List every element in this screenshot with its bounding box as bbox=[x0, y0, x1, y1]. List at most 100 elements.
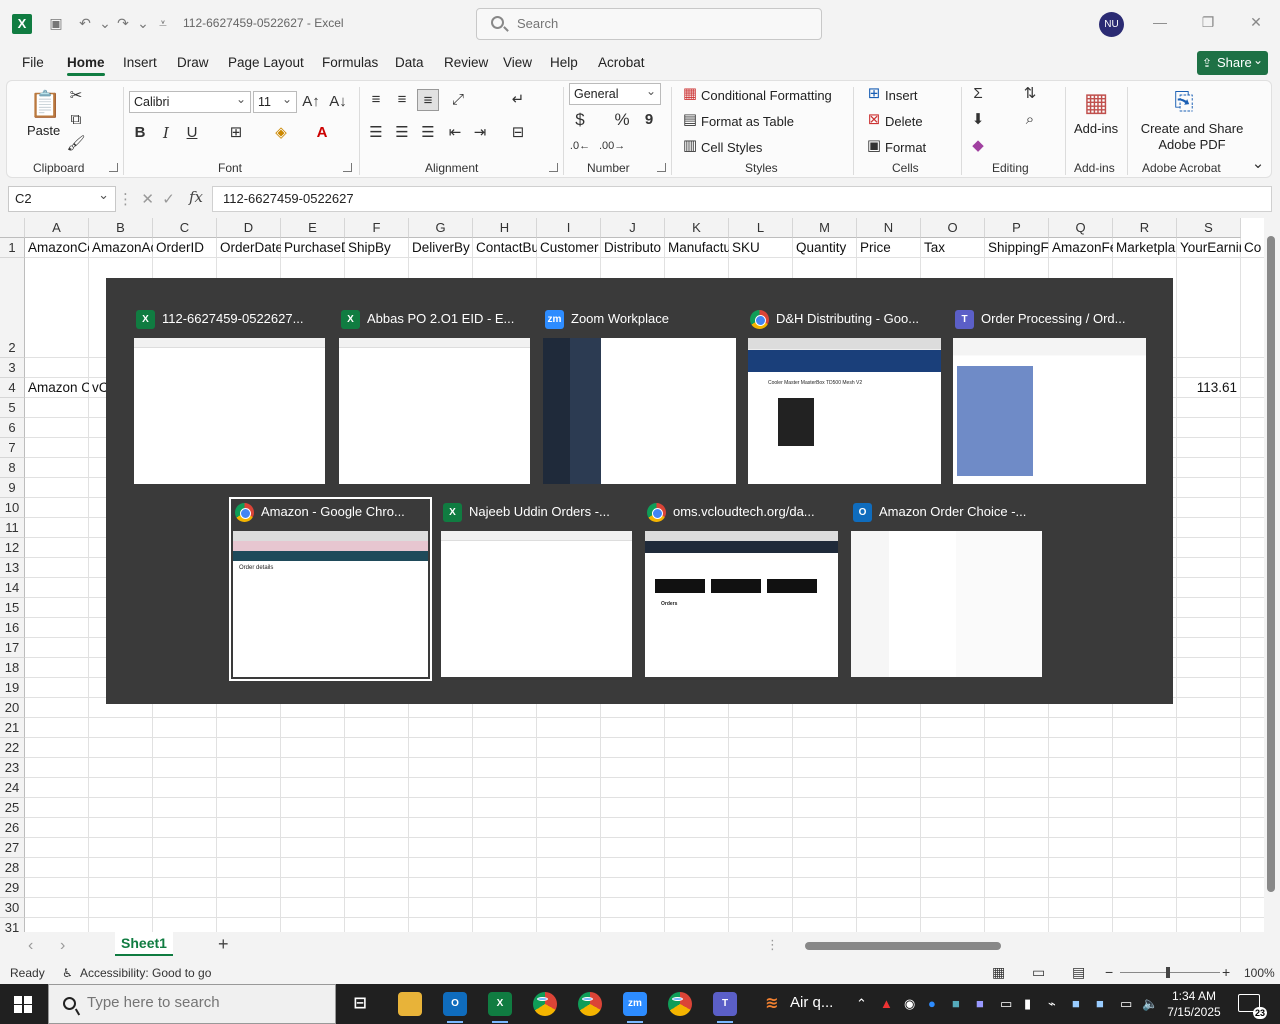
wrap-text-icon[interactable]: ↵ bbox=[507, 89, 529, 111]
restore-icon[interactable]: ❐ bbox=[1198, 12, 1218, 32]
copy-icon[interactable]: ⧉ bbox=[65, 109, 87, 131]
create-share-pdf-button[interactable]: Create and Share Adobe PDF bbox=[1137, 121, 1247, 153]
wifi-tray-icon[interactable]: ▭ bbox=[1120, 996, 1132, 1012]
tab-insert[interactable]: Insert bbox=[123, 55, 157, 70]
column-header-e[interactable]: E bbox=[281, 218, 345, 238]
row-header-29[interactable]: 29 bbox=[0, 878, 25, 898]
row-header-7[interactable]: 7 bbox=[0, 438, 25, 458]
undo-icon[interactable]: ↶ bbox=[76, 14, 94, 32]
delete-cells-button[interactable]: Delete bbox=[885, 114, 923, 129]
font-launcher-icon[interactable] bbox=[343, 163, 352, 172]
header-cell[interactable]: Manufactu bbox=[665, 238, 729, 258]
windows-start-icon[interactable] bbox=[14, 996, 32, 1013]
find-select-icon[interactable]: ⌕ bbox=[1019, 109, 1041, 131]
tab-home[interactable]: Home bbox=[67, 55, 105, 76]
zoom-level[interactable]: 100% bbox=[1244, 966, 1275, 980]
row-header-16[interactable]: 16 bbox=[0, 618, 25, 638]
column-header-m[interactable]: M bbox=[793, 218, 857, 238]
borders-icon[interactable]: ⊞ bbox=[225, 122, 247, 144]
row-header-22[interactable]: 22 bbox=[0, 738, 25, 758]
redo-dropdown-icon[interactable]: ⌄ bbox=[134, 14, 152, 32]
align-center-icon[interactable]: ☰ bbox=[391, 122, 413, 144]
header-cell[interactable]: ShipBy bbox=[345, 238, 409, 258]
data-cell[interactable]: Amazon C bbox=[25, 378, 89, 398]
decrease-indent-icon[interactable]: ⇤ bbox=[444, 122, 466, 144]
increase-font-icon[interactable]: A↑ bbox=[300, 91, 322, 113]
row-header-20[interactable]: 20 bbox=[0, 698, 25, 718]
app-tray-icon[interactable]: ■ bbox=[1096, 996, 1104, 1011]
row-header-13[interactable]: 13 bbox=[0, 558, 25, 578]
font-color-icon[interactable]: A bbox=[311, 122, 333, 144]
tab-review[interactable]: Review bbox=[444, 55, 488, 70]
align-top-icon[interactable]: ≡ bbox=[365, 89, 387, 111]
row-header-26[interactable]: 26 bbox=[0, 818, 25, 838]
normal-view-icon[interactable]: ▦ bbox=[992, 964, 1005, 981]
excel-taskbar-icon[interactable]: X bbox=[488, 992, 512, 1023]
redo-icon[interactable]: ↷ bbox=[114, 14, 132, 32]
acrobat-tray-icon[interactable]: ▲ bbox=[880, 996, 893, 1011]
page-break-view-icon[interactable]: ▤ bbox=[1072, 964, 1085, 981]
header-cell[interactable]: Co bbox=[1241, 238, 1264, 258]
row-header-8[interactable]: 8 bbox=[0, 458, 25, 478]
row-header-10[interactable]: 10 bbox=[0, 498, 25, 518]
switcher-window[interactable]: X 112-6627459-0522627... bbox=[134, 308, 325, 484]
fill-icon[interactable]: ⬇ bbox=[967, 109, 989, 131]
row-header-24[interactable]: 24 bbox=[0, 778, 25, 798]
tab-acrobat[interactable]: Acrobat bbox=[598, 55, 645, 70]
add-ins-button[interactable]: Add-ins bbox=[1074, 121, 1118, 136]
column-header-a[interactable]: A bbox=[25, 218, 89, 238]
tab-formulas[interactable]: Formulas bbox=[322, 55, 378, 70]
zoom-in-icon[interactable]: + bbox=[1222, 964, 1230, 980]
format-cells-button[interactable]: Format bbox=[885, 140, 926, 155]
switcher-window[interactable]: zm Zoom Workplace bbox=[543, 308, 736, 484]
row-header-9[interactable]: 9 bbox=[0, 478, 25, 498]
select-all-corner[interactable] bbox=[0, 218, 25, 238]
vertical-scroll-thumb[interactable] bbox=[1267, 236, 1275, 892]
column-header-j[interactable]: J bbox=[601, 218, 665, 238]
tab-help[interactable]: Help bbox=[550, 55, 578, 70]
zoom-tray-icon[interactable]: ● bbox=[928, 996, 936, 1011]
outlook-taskbar-icon[interactable]: O bbox=[443, 992, 467, 1023]
column-header-r[interactable]: R bbox=[1113, 218, 1177, 238]
sheet-tab-sheet1[interactable]: Sheet1 bbox=[115, 932, 173, 956]
column-header-k[interactable]: K bbox=[665, 218, 729, 238]
font-size-select[interactable]: 11 bbox=[253, 89, 297, 113]
header-cell[interactable]: ContactBu bbox=[473, 238, 537, 258]
underline-button[interactable]: U bbox=[181, 122, 203, 144]
tab-split-handle[interactable]: ⋮ bbox=[766, 937, 779, 953]
switcher-window[interactable]: X Najeeb Uddin Orders -... bbox=[441, 501, 632, 677]
row-header-25[interactable]: 25 bbox=[0, 798, 25, 818]
zoom-taskbar-icon[interactable]: zm bbox=[623, 992, 647, 1023]
cell-styles-button[interactable]: Cell Styles bbox=[701, 140, 762, 155]
taskbar-search[interactable] bbox=[48, 984, 336, 1024]
column-header-q[interactable]: Q bbox=[1049, 218, 1113, 238]
undo-dropdown-icon[interactable]: ⌄ bbox=[96, 14, 114, 32]
merge-center-icon[interactable]: ⊟ bbox=[507, 122, 529, 144]
column-header-d[interactable]: D bbox=[217, 218, 281, 238]
vertical-scrollbar[interactable] bbox=[1264, 218, 1280, 932]
header-cell[interactable]: SKU bbox=[729, 238, 793, 258]
header-cell[interactable]: Customer bbox=[537, 238, 601, 258]
add-sheet-button[interactable]: + bbox=[218, 934, 229, 955]
fill-color-icon[interactable]: ◈ bbox=[270, 122, 292, 144]
row-header-31[interactable]: 31 bbox=[0, 918, 25, 932]
alignment-launcher-icon[interactable] bbox=[549, 163, 558, 172]
align-left-icon[interactable]: ☰ bbox=[365, 122, 387, 144]
formula-cancel-confirm-icons[interactable]: ⋮ ✕ ✓ bbox=[118, 190, 175, 208]
orientation-icon[interactable]: ⤢ bbox=[447, 89, 469, 111]
row-header-21[interactable]: 21 bbox=[0, 718, 25, 738]
column-header-c[interactable]: C bbox=[153, 218, 217, 238]
header-cell[interactable]: DeliverBy bbox=[409, 238, 473, 258]
row-header-23[interactable]: 23 bbox=[0, 758, 25, 778]
chrome-profile-taskbar-icon[interactable] bbox=[578, 992, 602, 1016]
chrome-taskbar-icon[interactable] bbox=[533, 992, 557, 1016]
column-header-f[interactable]: F bbox=[345, 218, 409, 238]
minimize-icon[interactable]: — bbox=[1150, 12, 1170, 32]
weather-text[interactable]: Air q... bbox=[790, 994, 833, 1011]
customize-toolbar-icon[interactable]: ⩡ bbox=[154, 14, 172, 32]
tab-draw[interactable]: Draw bbox=[177, 55, 209, 70]
row-header-17[interactable]: 17 bbox=[0, 638, 25, 658]
insert-cells-button[interactable]: Insert bbox=[885, 88, 918, 103]
clipboard-launcher-icon[interactable] bbox=[109, 163, 118, 172]
data-cell[interactable]: 113.61 bbox=[1177, 378, 1241, 398]
